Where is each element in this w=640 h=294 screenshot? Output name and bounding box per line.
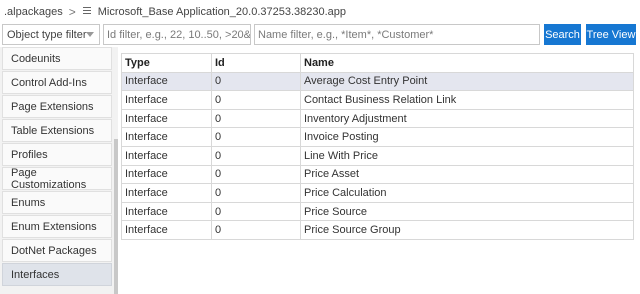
cell-id: 0 — [211, 127, 301, 147]
cell-name: Invoice Posting — [300, 127, 634, 147]
sidebar-item-enum-extensions[interactable]: Enum Extensions — [2, 215, 112, 238]
sidebar-item-enums[interactable]: Enums — [2, 191, 112, 214]
cell-type: Interface — [121, 127, 212, 147]
sidebar-item-page-customizations[interactable]: Page Customizations — [2, 166, 112, 191]
id-filter-input[interactable] — [103, 24, 251, 45]
cell-name: Price Calculation — [300, 183, 634, 203]
cell-id: 0 — [211, 90, 301, 110]
breadcrumb-file[interactable]: Microsoft_Base Application_20.0.37253.38… — [98, 6, 346, 18]
cell-name: Price Source Group — [300, 220, 634, 240]
sidebar-item-profiles[interactable]: Profiles — [2, 143, 112, 166]
tree-view-button[interactable]: Tree View — [586, 24, 636, 45]
table-row[interactable]: Interface 0 Inventory Adjustment — [121, 108, 634, 129]
table-header-row: Type Id Name — [121, 53, 634, 73]
cell-id: 0 — [211, 220, 301, 240]
cell-type: Interface — [121, 201, 212, 222]
sidebar-item-control-add-ins[interactable]: Control Add-Ins — [2, 71, 112, 94]
cell-id: 0 — [211, 145, 301, 166]
table-row[interactable]: Interface 0 Contact Business Relation Li… — [121, 90, 634, 110]
chevron-down-icon — [86, 32, 94, 37]
cell-name: Inventory Adjustment — [300, 108, 634, 129]
breadcrumb-separator: > — [68, 5, 76, 19]
table-row[interactable]: Interface 0 Line With Price — [121, 145, 634, 166]
sidebar-item-label: Enum Extensions — [11, 220, 97, 233]
table-row[interactable]: Interface 0 Price Calculation — [121, 183, 634, 203]
name-filter-input[interactable] — [254, 24, 540, 45]
sidebar-item-page-extensions[interactable]: Page Extensions — [2, 95, 112, 118]
search-button[interactable]: Search — [544, 24, 581, 45]
cell-id: 0 — [211, 71, 301, 92]
breadcrumb: .alpackages > Microsoft_Base Application… — [0, 0, 640, 24]
sidebar-item-label: Codeunits — [11, 52, 61, 65]
column-header-name[interactable]: Name — [300, 53, 634, 73]
table-row[interactable]: Interface 0 Invoice Posting — [121, 127, 634, 147]
table-row[interactable]: Interface 0 Price Source — [121, 201, 634, 222]
column-header-id[interactable]: Id — [211, 53, 301, 73]
column-header-type[interactable]: Type — [121, 53, 212, 73]
object-type-filter-dropdown[interactable]: Object type filter — [2, 24, 100, 45]
filter-bar: Object type filter Search Tree View — [0, 24, 640, 46]
cell-id: 0 — [211, 164, 301, 185]
sidebar-item-label: Control Add-Ins — [11, 76, 87, 89]
sidebar-item-dotnet-packages[interactable]: DotNet Packages — [2, 239, 112, 262]
table-row[interactable]: Interface 0 Average Cost Entry Point — [121, 71, 634, 92]
cell-type: Interface — [121, 108, 212, 129]
sidebar-item-label: Profiles — [11, 148, 48, 161]
cell-type: Interface — [121, 220, 212, 240]
table-row[interactable]: Interface 0 Price Asset — [121, 164, 634, 185]
sidebar-item-label: Page Extensions — [11, 100, 94, 113]
breadcrumb-root[interactable]: .alpackages — [4, 6, 63, 18]
cell-id: 0 — [211, 183, 301, 203]
cell-type: Interface — [121, 164, 212, 185]
cell-name: Line With Price — [300, 145, 634, 166]
object-type-filter-label: Object type filter — [7, 28, 87, 41]
cell-type: Interface — [121, 145, 212, 166]
table-row[interactable]: Interface 0 Price Source Group — [121, 220, 634, 240]
sidebar-item-table-extensions[interactable]: Table Extensions — [2, 119, 112, 142]
cell-type: Interface — [121, 183, 212, 203]
objects-table: Type Id Name Interface 0 Average Cost En… — [121, 53, 634, 240]
cell-id: 0 — [211, 108, 301, 129]
file-lines-icon — [82, 7, 92, 17]
cell-id: 0 — [211, 201, 301, 222]
cell-name: Contact Business Relation Link — [300, 90, 634, 110]
sidebar-item-label: Page Customizations — [11, 166, 87, 191]
cell-name: Price Asset — [300, 164, 634, 185]
cell-name: Price Source — [300, 201, 634, 222]
cell-type: Interface — [121, 90, 212, 110]
sidebar-item-label: Interfaces — [11, 268, 60, 281]
sidebar-item-label: Enums — [11, 196, 46, 209]
cell-type: Interface — [121, 71, 212, 92]
sidebar-item-interfaces[interactable]: Interfaces — [2, 263, 112, 286]
sidebar-item-codeunits[interactable]: Codeunits — [2, 47, 112, 70]
sidebar-item-label: DotNet Packages — [11, 244, 97, 257]
sidebar-item-label: Table Extensions — [11, 124, 95, 137]
cell-name: Average Cost Entry Point — [300, 71, 634, 92]
sidebar-scrollbar[interactable] — [114, 139, 118, 294]
object-type-sidebar: Codeunits Control Add-Ins Page Extension… — [0, 47, 118, 294]
